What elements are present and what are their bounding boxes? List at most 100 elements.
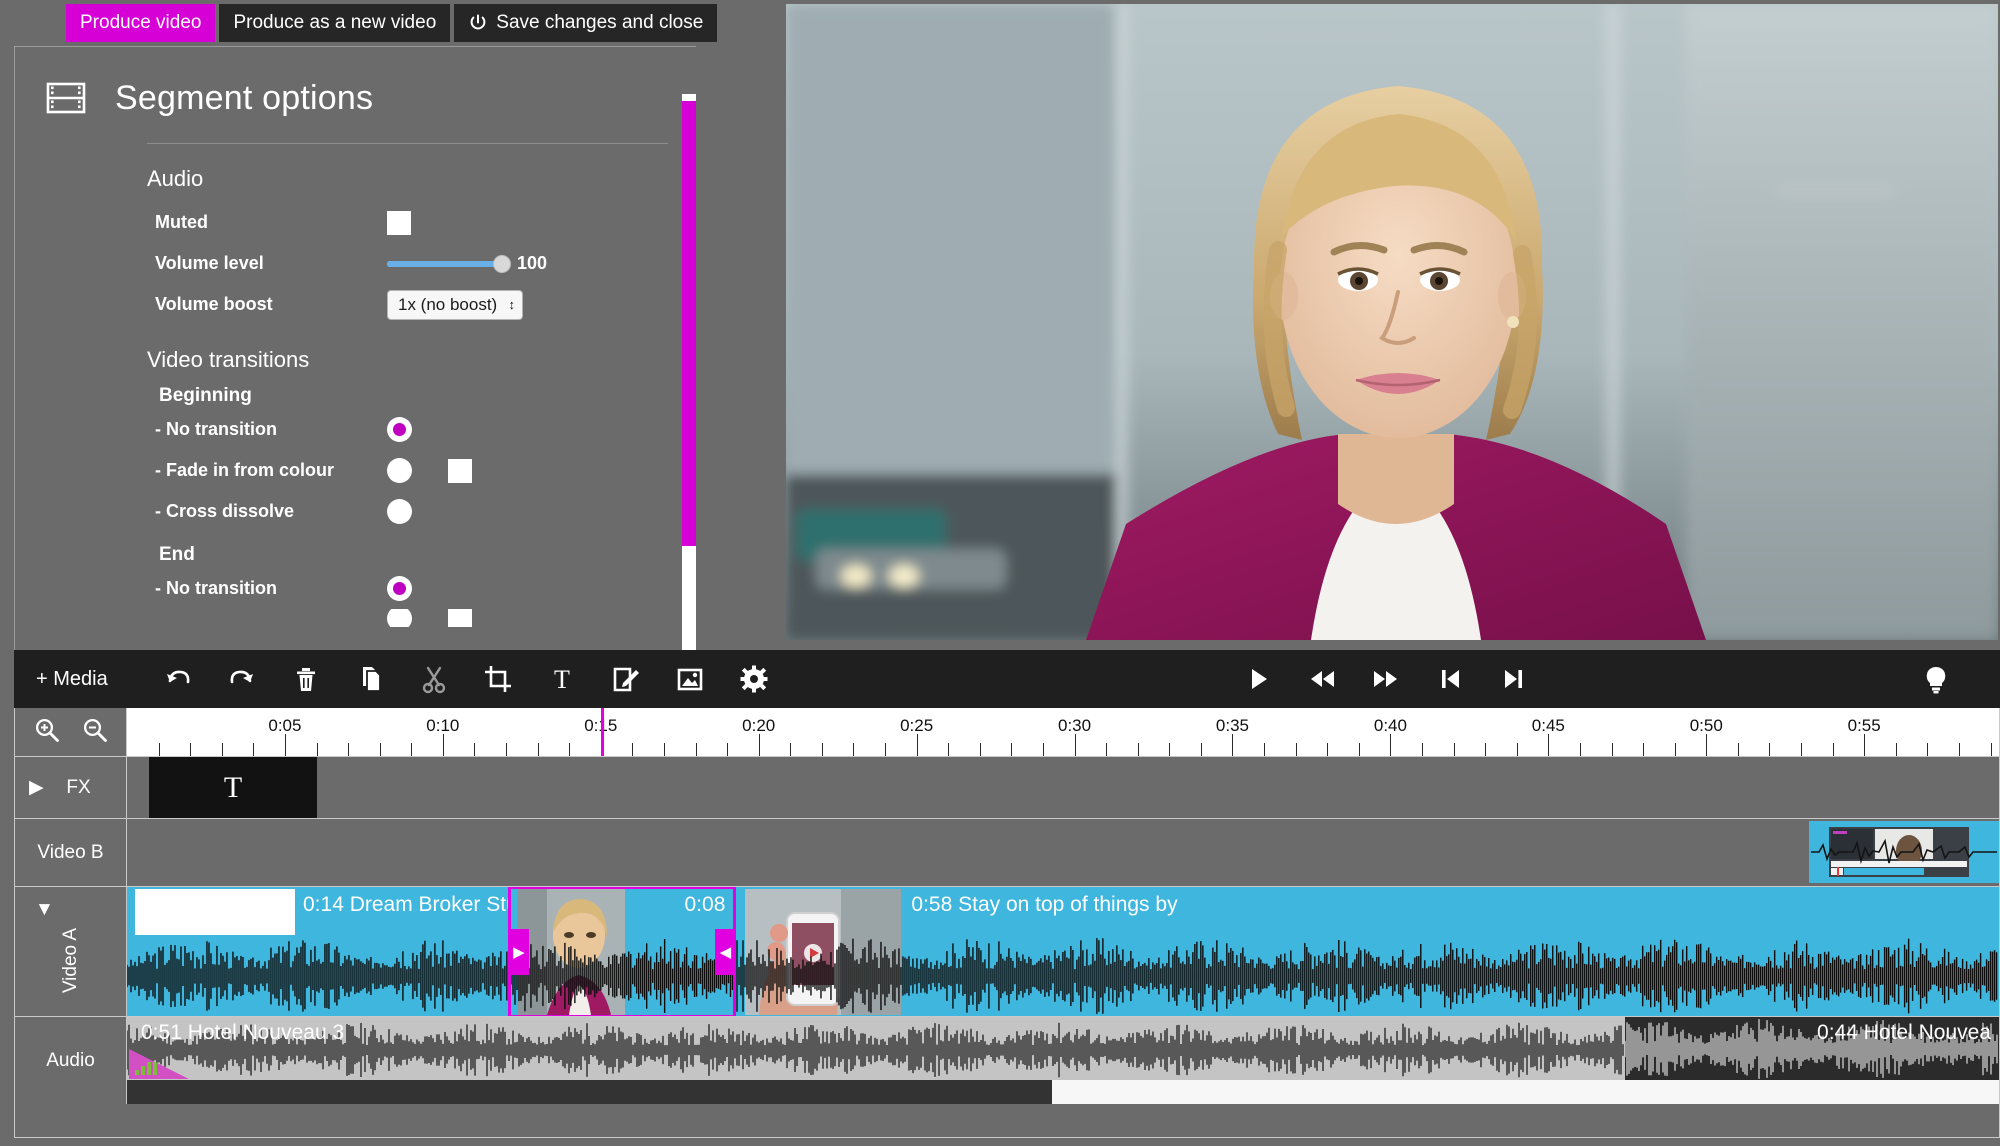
beginning-cross-dissolve-row: - Cross dissolve (15, 491, 696, 532)
zoom-in-icon[interactable] (34, 717, 60, 748)
ruler-tick-minor (853, 743, 855, 756)
lightbulb-icon[interactable] (1912, 650, 1960, 708)
skip-previous-icon[interactable] (1418, 650, 1482, 708)
select-arrows-icon: ↕ (508, 297, 516, 312)
clip-trim-handle-left[interactable]: ▶ (508, 929, 529, 975)
timeline-horizontal-scrollbar[interactable] (127, 1080, 1999, 1104)
track-header-video-a[interactable]: ▼ Video A (15, 886, 127, 1016)
end-fade-out-radio[interactable] (387, 609, 412, 627)
video-a-expander-icon[interactable]: ▼ (35, 899, 54, 921)
volume-level-slider[interactable] (387, 254, 511, 273)
beginning-fade-colour-swatch[interactable] (448, 458, 472, 483)
ruler-tick-major (1390, 734, 1392, 756)
ruler-tick-minor (253, 743, 255, 756)
track-label-audio: Audio (46, 1049, 95, 1071)
video-a-clip[interactable]: 0:58 Stay on top of things by (735, 887, 1999, 1016)
timeline-ruler[interactable]: 0:050:100:150:200:250:300:350:400:450:50… (127, 708, 1999, 756)
timeline-scrollbar-thumb[interactable] (127, 1080, 1052, 1104)
track-body-fx[interactable]: T (127, 756, 1999, 818)
fast-forward-icon[interactable] (1354, 650, 1418, 708)
video-b-clip[interactable] (1809, 821, 1999, 883)
panel-scrollbar-thumb[interactable] (682, 101, 696, 546)
ruler-tick-major (1706, 734, 1708, 756)
zoom-out-icon[interactable] (82, 717, 108, 748)
track-body-audio[interactable]: 0:51 Hotel Nouveau 3 0:44 Hotel Nouvea (127, 1016, 1999, 1104)
volume-slider-knob[interactable] (493, 254, 511, 273)
track-label-fx: FX (66, 776, 91, 798)
ruler-tick-minor (948, 743, 950, 756)
ruler-tick-minor (537, 743, 539, 756)
ruler-tick-minor (632, 743, 634, 756)
ruler-tick-minor (1485, 743, 1487, 756)
ruler-tick-minor (1769, 743, 1771, 756)
beginning-no-transition-radio[interactable] (387, 417, 412, 442)
end-no-transition-radio[interactable] (387, 576, 412, 601)
track-body-video-b[interactable] (127, 818, 1999, 886)
text-icon[interactable]: T (530, 650, 594, 708)
beginning-label: Beginning (159, 385, 252, 406)
skip-next-icon[interactable] (1482, 650, 1546, 708)
beginning-fade-in-radio[interactable] (387, 458, 412, 483)
fx-expander-icon[interactable]: ▶ (29, 776, 44, 799)
volume-boost-select[interactable]: 1x (no boost) ↕ (387, 289, 523, 320)
redo-icon[interactable] (210, 650, 274, 708)
ruler-tick-minor (379, 743, 381, 756)
ruler-tick-minor (695, 743, 697, 756)
ruler-tick-minor (1895, 743, 1897, 756)
track-header-audio[interactable]: Audio (15, 1016, 127, 1104)
settings-gear-icon[interactable] (722, 650, 786, 708)
trash-icon[interactable] (274, 650, 338, 708)
ruler-tick-minor (727, 743, 729, 756)
playback-controls (1226, 650, 1546, 708)
end-no-transition-row: - No transition (15, 568, 696, 609)
track-header-fx[interactable]: ▶ FX (15, 756, 127, 818)
ruler-tick-minor (1674, 743, 1676, 756)
ruler-label: 0:20 (742, 716, 776, 735)
panel-header: Segment options (15, 47, 696, 121)
ruler-tick-minor (1643, 743, 1645, 756)
edit-tool-group: T (146, 650, 786, 708)
video-transitions-title: Video transitions (147, 347, 310, 372)
audio-clip-track[interactable]: 0:51 Hotel Nouveau 3 0:44 Hotel Nouvea (127, 1017, 1999, 1081)
undo-icon[interactable] (146, 650, 210, 708)
selected-clip-outline[interactable]: ▶ ◀ (507, 887, 737, 1016)
ruler-tick-minor (1358, 743, 1360, 756)
end-fade-colour-swatch[interactable] (448, 609, 472, 627)
produce-video-button[interactable]: Produce video (66, 4, 216, 42)
beginning-cross-dissolve-radio[interactable] (387, 499, 412, 524)
ruler-label: 0:55 (1847, 716, 1881, 735)
video-a-clip[interactable]: 0:14 Dream Broker Studio pr (127, 887, 509, 1016)
track-label-video-a: Video A (59, 927, 81, 994)
panel-scrollbar[interactable] (682, 94, 696, 650)
scissors-icon[interactable] (402, 650, 466, 708)
ruler-tick-major (1864, 734, 1866, 756)
ruler-tick-minor (1453, 743, 1455, 756)
muted-checkbox[interactable] (387, 210, 411, 235)
play-icon[interactable] (1226, 650, 1290, 708)
duplicate-icon[interactable] (338, 650, 402, 708)
ruler-tick-minor (1169, 743, 1171, 756)
add-media-button[interactable]: + Media (14, 668, 118, 691)
track-body-video-a[interactable]: 0:14 Dream Broker Studio pr 0:08 0:58 St… (127, 886, 1999, 1016)
playhead[interactable] (600, 708, 604, 756)
track-header-video-b[interactable]: Video B (15, 818, 127, 886)
image-icon[interactable] (658, 650, 722, 708)
ruler-tick-major (758, 734, 760, 756)
fx-text-clip[interactable]: T (149, 757, 317, 818)
ruler-tick-minor (1801, 743, 1802, 756)
annotate-icon[interactable] (594, 650, 658, 708)
crop-icon[interactable] (466, 650, 530, 708)
end-fade-out-row: - (15, 609, 696, 627)
video-editor-app: Produce video Produce as a new video Sav… (0, 0, 2000, 1146)
video-b-waveform (1811, 838, 1997, 865)
ruler-tick-minor (1579, 743, 1581, 756)
rewind-icon[interactable] (1290, 650, 1354, 708)
ruler-tick-minor (411, 743, 413, 756)
ruler-tick-minor (1990, 743, 1992, 756)
video-preview[interactable] (786, 4, 1998, 640)
add-media-label: + Media (36, 667, 108, 690)
muted-row: Muted (15, 202, 696, 243)
produce-as-new-video-button[interactable]: Produce as a new video (219, 4, 451, 42)
save-changes-and-close-button[interactable]: Save changes and close (454, 4, 718, 42)
clip-trim-handle-right[interactable]: ◀ (715, 929, 736, 975)
